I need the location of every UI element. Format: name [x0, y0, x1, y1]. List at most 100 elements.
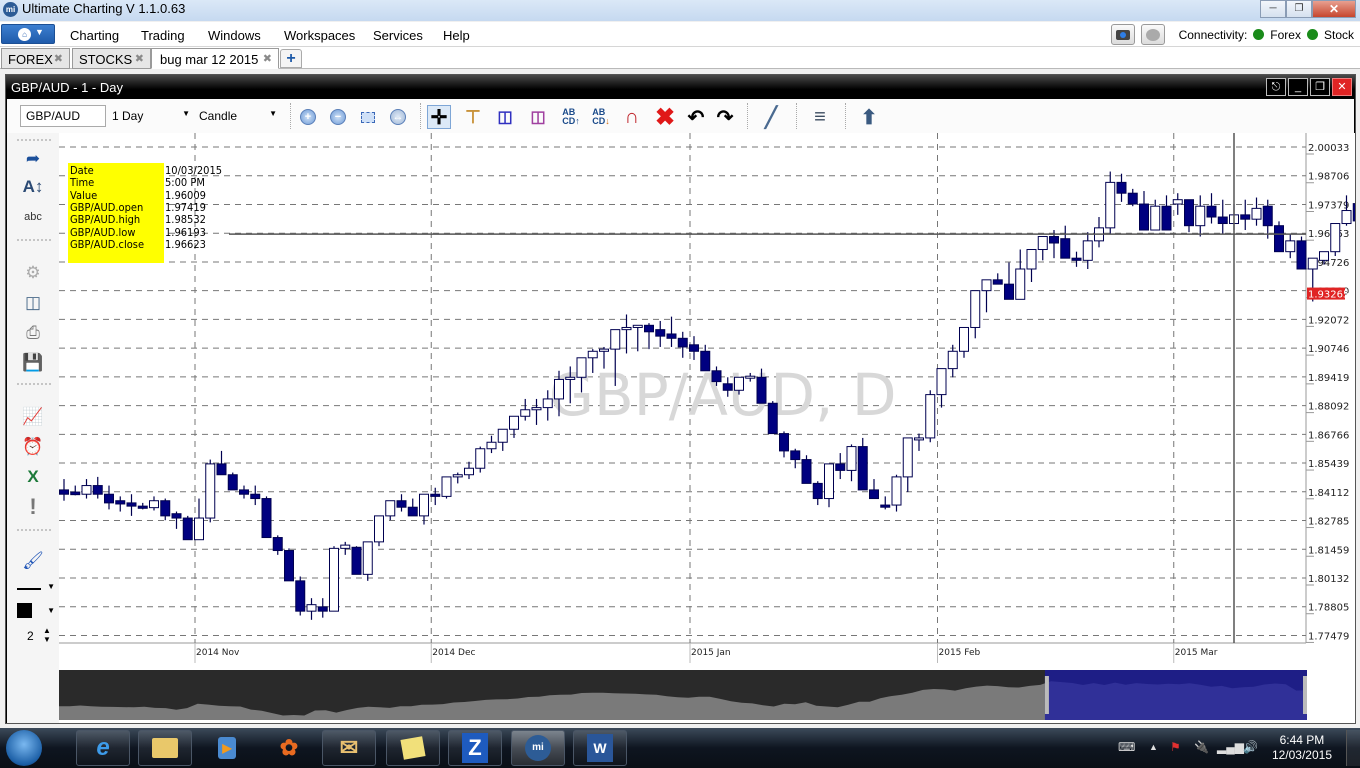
chart-minimize-button[interactable]: _: [1288, 78, 1308, 96]
lines-style-button[interactable]: ≡: [808, 105, 832, 129]
redo-button[interactable]: ↷: [713, 105, 737, 129]
close-tab-icon[interactable]: ✖: [54, 52, 63, 65]
taskbar-ultimate-charting[interactable]: mi: [511, 730, 565, 766]
zoom-fit-button[interactable]: ↔: [386, 105, 410, 129]
candle-down: [644, 324, 654, 333]
menu-windows[interactable]: Windows: [208, 28, 261, 43]
menu-charting[interactable]: Charting: [70, 28, 119, 43]
home-menu-button[interactable]: ⌂ ▼: [1, 24, 55, 44]
zoom-area-button[interactable]: [356, 105, 380, 129]
info-row-value: 10/03/2015: [165, 164, 223, 177]
text-down-button[interactable]: AB CD↓: [589, 105, 613, 129]
show-desktop-button[interactable]: [1346, 730, 1360, 766]
menu-workspaces[interactable]: Workspaces: [284, 28, 355, 43]
volume-icon[interactable]: 🔊: [1243, 740, 1258, 754]
keyboard-icon[interactable]: ⌨: [1118, 740, 1135, 754]
navigator-left-handle[interactable]: [1044, 676, 1049, 714]
minimize-button[interactable]: ─: [1260, 0, 1286, 18]
tab-forex[interactable]: FOREX ✖: [1, 48, 70, 69]
system-clock[interactable]: 6:44 PM 12/03/2015: [1272, 733, 1332, 763]
start-button[interactable]: [6, 730, 42, 766]
time-navigator[interactable]: [59, 665, 1355, 723]
taskbar-sticky-notes[interactable]: [386, 730, 440, 766]
undo-button[interactable]: ↶: [684, 105, 708, 129]
tab-stocks[interactable]: STOCKS ✖: [72, 48, 151, 69]
chart-type-select[interactable]: Candle ▼: [199, 105, 279, 127]
taskbar-internet-explorer[interactable]: e: [76, 730, 130, 766]
settings-tool[interactable]: ⚙: [21, 261, 45, 285]
pointer-tool[interactable]: ➦: [21, 147, 45, 171]
chart-plot-area[interactable]: 2.000331.987061.973791.960531.947261.933…: [59, 133, 1360, 665]
z-app-icon: Z: [462, 733, 488, 763]
indicators-tool[interactable]: 📈: [21, 405, 45, 429]
taskbar-mail[interactable]: ✉: [322, 730, 376, 766]
paint-tool[interactable]: 🖌: [21, 549, 45, 573]
candle-down: [655, 329, 666, 337]
candle-down: [801, 459, 812, 484]
candle-up: [745, 375, 756, 379]
text-tool[interactable]: abc: [21, 205, 45, 229]
delete-button[interactable]: ✖: [653, 104, 677, 131]
menu-help[interactable]: Help: [443, 28, 470, 43]
symbol-input[interactable]: [20, 105, 106, 127]
layout-tool[interactable]: ◫: [21, 291, 45, 315]
magnet-button[interactable]: ∩: [620, 105, 644, 129]
font-size-tool[interactable]: A↕: [21, 175, 45, 199]
show-hidden-icons-icon[interactable]: ▲: [1149, 742, 1158, 752]
stepper-arrows-icon[interactable]: ▲ ▼: [43, 626, 51, 644]
navigator-right-handle[interactable]: [1303, 676, 1307, 714]
maximize-button[interactable]: ❐: [1286, 0, 1312, 18]
screenshot-button[interactable]: [1110, 24, 1135, 45]
alerts-tool[interactable]: !: [21, 494, 45, 519]
taskbar-photo-gallery[interactable]: ✿: [262, 730, 316, 766]
candlestick-chart[interactable]: 2.000331.987061.973791.960531.947261.933…: [59, 133, 1360, 665]
save-tool[interactable]: 💾: [21, 351, 45, 375]
close-tab-icon[interactable]: ✖: [263, 52, 272, 65]
taskbar-word[interactable]: W: [573, 730, 627, 766]
zoom-out-icon: −: [330, 109, 346, 125]
chart-window: GBP/AUD - 1 - Day ⎋ _ ❐ ✕ 1 Day ▼ Candle…: [5, 74, 1360, 724]
interval-select[interactable]: 1 Day ▼: [112, 105, 192, 127]
candle-up: [385, 500, 396, 517]
chart-close-button[interactable]: ✕: [1332, 78, 1352, 96]
tab-bug-mar-12-2015[interactable]: bug mar 12 2015 ✖: [151, 48, 279, 69]
zoom-out-button[interactable]: −: [326, 105, 350, 129]
info-row-label: GBP/AUD.close: [70, 237, 145, 251]
line-style-select[interactable]: ▼: [17, 582, 55, 596]
candle-down: [396, 500, 407, 508]
ruler-button[interactable]: ⊤: [461, 105, 485, 129]
add-tab-button[interactable]: +: [280, 49, 302, 68]
chart-restore-button[interactable]: ❐: [1310, 78, 1330, 96]
menu-trading[interactable]: Trading: [141, 28, 185, 43]
compare-purple-button[interactable]: ◫: [526, 105, 550, 129]
network-signal-icon[interactable]: ▂▄▆: [1217, 740, 1244, 754]
taskbar-file-explorer[interactable]: [138, 730, 192, 766]
print-tool[interactable]: ⎙: [21, 321, 45, 345]
taskbar-zoho[interactable]: Z: [448, 730, 502, 766]
zoom-in-button[interactable]: +: [296, 105, 320, 129]
home-icon: ⌂: [18, 28, 31, 41]
candle-up: [486, 441, 497, 450]
menu-services[interactable]: Services: [373, 28, 423, 43]
taskbar-media-player[interactable]: ▶: [200, 730, 254, 766]
line-tool-button[interactable]: ╱: [759, 105, 783, 129]
candle-down: [227, 474, 238, 491]
text-up-button[interactable]: AB CD↑: [559, 105, 583, 129]
action-center-flag-icon[interactable]: ⚑: [1170, 740, 1181, 754]
candle-up: [632, 324, 643, 328]
compare-button[interactable]: ◫: [493, 105, 517, 129]
excel-export-tool[interactable]: X: [21, 465, 45, 489]
close-tab-icon[interactable]: ✖: [135, 52, 144, 65]
navigator-selection[interactable]: [1044, 670, 1307, 720]
crosshair-button[interactable]: ✛: [427, 105, 451, 129]
alarm-tool[interactable]: ⏰: [21, 435, 45, 459]
upload-button[interactable]: ⬆: [857, 105, 881, 129]
candle-down: [756, 376, 767, 404]
power-plug-icon[interactable]: 🔌: [1194, 740, 1209, 754]
pin-button[interactable]: ⎋: [1266, 78, 1286, 96]
close-button[interactable]: ✕: [1312, 0, 1356, 18]
record-button[interactable]: [1140, 24, 1165, 45]
color-select[interactable]: ▼: [17, 603, 55, 619]
line-width-stepper[interactable]: 2 ▲ ▼: [25, 626, 55, 645]
navigator-chart[interactable]: [59, 665, 1355, 723]
